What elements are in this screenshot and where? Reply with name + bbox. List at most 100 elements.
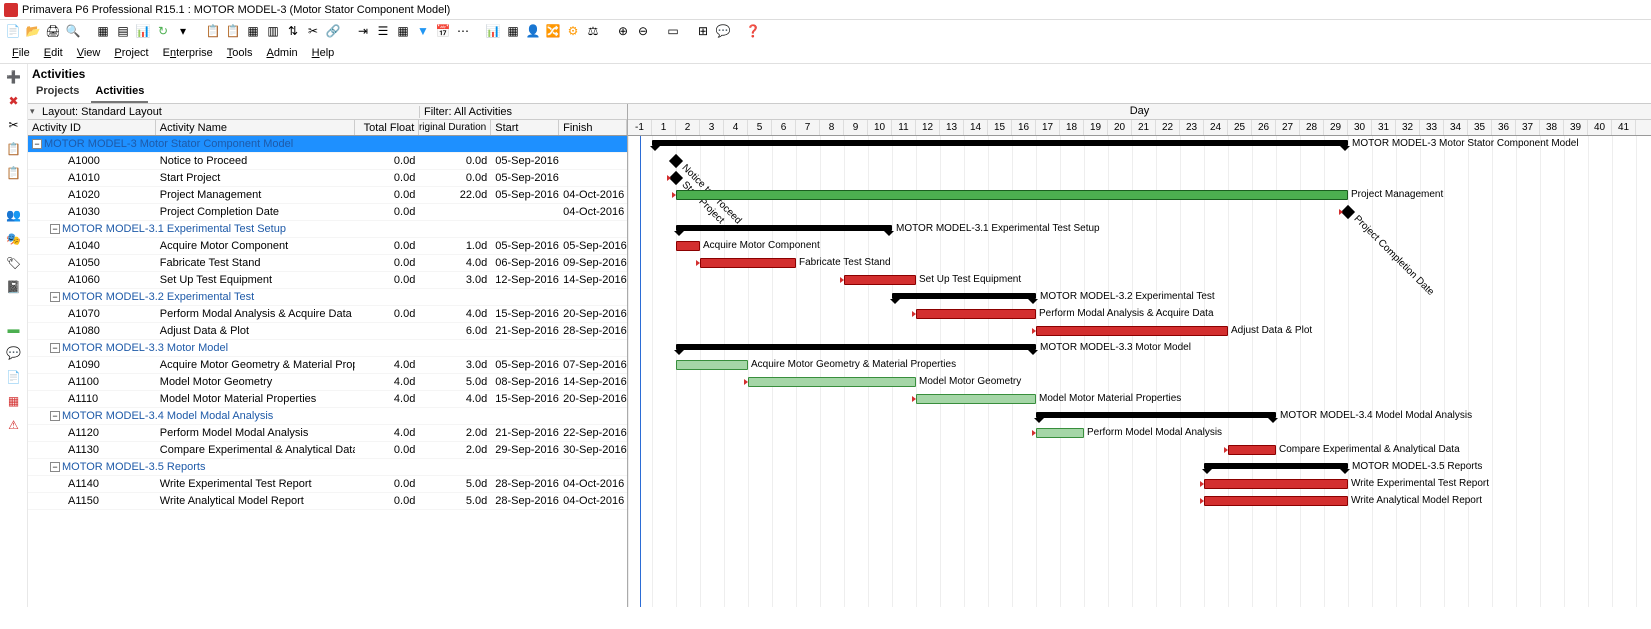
activity-row[interactable]: A1050Fabricate Test Stand0.0d4.0d06-Sep-…	[28, 255, 627, 272]
milestone[interactable]: Notice to Proceed	[669, 154, 683, 168]
table-icon[interactable]: ▦	[244, 22, 262, 40]
tab-projects[interactable]: Projects	[32, 83, 83, 103]
menu-file[interactable]: File	[6, 45, 36, 61]
tab-activities[interactable]: Activities	[91, 83, 148, 103]
gantt-row[interactable]: MOTOR MODEL-3.5 Reports	[628, 459, 1651, 476]
gantt-row[interactable]: Write Analytical Model Report	[628, 493, 1651, 510]
task-bar[interactable]: Compare Experimental & Analytical Data	[1228, 445, 1276, 455]
summary-bar[interactable]: MOTOR MODEL-3.4 Model Modal Analysis	[1036, 412, 1276, 418]
gantt-row[interactable]: Fabricate Test Stand	[628, 255, 1651, 272]
gantt-row[interactable]: Project Management	[628, 187, 1651, 204]
level-icon[interactable]: ⚖	[584, 22, 602, 40]
collapse-icon[interactable]: −	[50, 224, 60, 234]
gantt-row[interactable]: Write Experimental Test Report	[628, 476, 1651, 493]
group-icon[interactable]: ▦	[394, 22, 412, 40]
refresh-icon[interactable]: ↻	[154, 22, 172, 40]
wbs-row[interactable]: −MOTOR MODEL-3.2 Experimental Test	[28, 289, 627, 306]
wbs-row[interactable]: −MOTOR MODEL-3 Motor Stator Component Mo…	[28, 136, 627, 153]
resource-icon[interactable]: 👤	[524, 22, 542, 40]
wbs-row[interactable]: −MOTOR MODEL-3.1 Experimental Test Setup	[28, 221, 627, 238]
gantt-timescale-days[interactable]: -112345678910111213141516171819202122232…	[628, 120, 1651, 135]
menu-project[interactable]: Project	[108, 45, 154, 61]
bars-icon[interactable]: ☰	[374, 22, 392, 40]
gantt-row[interactable]: MOTOR MODEL-3.4 Model Modal Analysis	[628, 408, 1651, 425]
sb-notebook-icon[interactable]: 📓	[5, 278, 23, 296]
gantt-row[interactable]: Acquire Motor Component	[628, 238, 1651, 255]
wbs-row[interactable]: −MOTOR MODEL-3.5 Reports	[28, 459, 627, 476]
collapse-icon[interactable]: −	[32, 139, 42, 149]
col-original-duration[interactable]: Original Duration	[419, 120, 491, 135]
gantt-row[interactable]: Model Motor Material Properties	[628, 391, 1651, 408]
gantt-row[interactable]: MOTOR MODEL-3.1 Experimental Test Setup	[628, 221, 1651, 238]
filter-icon[interactable]: ▼	[414, 22, 432, 40]
activity-row[interactable]: A1090Acquire Motor Geometry & Material P…	[28, 357, 627, 374]
activity-row[interactable]: A1130Compare Experimental & Analytical D…	[28, 442, 627, 459]
menu-tools[interactable]: Tools	[221, 45, 259, 61]
zoom-out-icon[interactable]: ⊖	[634, 22, 652, 40]
col-start[interactable]: Start	[491, 120, 559, 135]
activity-row[interactable]: A1040Acquire Motor Component0.0d1.0d05-S…	[28, 238, 627, 255]
collapse-icon[interactable]: −	[50, 411, 60, 421]
gantt-row[interactable]: Notice to Proceed	[628, 153, 1651, 170]
activity-row[interactable]: A1060Set Up Test Equipment0.0d3.0d12-Sep…	[28, 272, 627, 289]
paste-icon[interactable]: 📋	[224, 22, 242, 40]
open-icon[interactable]: 📂	[24, 22, 42, 40]
summary-bar[interactable]: MOTOR MODEL-3.3 Motor Model	[676, 344, 1036, 350]
layout-icon[interactable]: ▦	[94, 22, 112, 40]
activity-icon[interactable]: ▦	[504, 22, 522, 40]
more-icon[interactable]: ⋯	[454, 22, 472, 40]
collapse-icon[interactable]: ▭	[664, 22, 682, 40]
sb-exp-icon[interactable]: ▦	[5, 392, 23, 410]
activity-row[interactable]: A1120Perform Model Modal Analysis4.0d2.0…	[28, 425, 627, 442]
sb-docs-icon[interactable]: 📄	[5, 368, 23, 386]
gantt-row[interactable]: Project Completion Date	[628, 204, 1651, 221]
summary-bar[interactable]: MOTOR MODEL-3 Motor Stator Component Mod…	[652, 140, 1348, 146]
schedule-icon[interactable]: ⚙	[564, 22, 582, 40]
task-bar[interactable]: Acquire Motor Geometry & Material Proper…	[676, 360, 748, 370]
col-activity-id[interactable]: Activity ID	[28, 120, 156, 135]
sb-cut-icon[interactable]: ✂	[5, 116, 23, 134]
collapse-icon[interactable]: −	[50, 292, 60, 302]
print-icon[interactable]: 🖨	[44, 22, 62, 40]
milestone[interactable]: Project Completion Date	[1341, 205, 1355, 219]
indent-icon[interactable]: ⇥	[354, 22, 372, 40]
activity-row[interactable]: A1110Model Motor Material Properties4.0d…	[28, 391, 627, 408]
milestone[interactable]: Start Project	[669, 171, 683, 185]
window-icon[interactable]: ⊞	[694, 22, 712, 40]
sb-codes-icon[interactable]: 🏷	[5, 254, 23, 272]
wbs-row[interactable]: −MOTOR MODEL-3.3 Motor Model	[28, 340, 627, 357]
gantt-timescale-top[interactable]: Day	[628, 104, 1651, 120]
task-bar[interactable]: Acquire Motor Component	[676, 241, 700, 251]
task-bar[interactable]: Model Motor Material Properties	[916, 394, 1036, 404]
col-activity-name[interactable]: Activity Name	[156, 120, 356, 135]
task-bar[interactable]: Project Management	[676, 190, 1348, 200]
layout-selector[interactable]: Layout: Standard Layout	[28, 106, 420, 118]
task-bar[interactable]: Adjust Data & Plot	[1036, 326, 1228, 336]
menu-view[interactable]: View	[71, 45, 107, 61]
columns-icon[interactable]: ▥	[264, 22, 282, 40]
sb-role-icon[interactable]: 🎭	[5, 230, 23, 248]
zoom-in-icon[interactable]: ⊕	[614, 22, 632, 40]
collapse-icon[interactable]: −	[50, 462, 60, 472]
sb-add-icon[interactable]: ➕	[5, 68, 23, 86]
collapse-icon[interactable]: −	[50, 343, 60, 353]
grid-icon[interactable]: ▤	[114, 22, 132, 40]
sb-resources-icon[interactable]: 👥	[5, 206, 23, 224]
menu-edit[interactable]: Edit	[38, 45, 69, 61]
menu-help[interactable]: Help	[306, 45, 341, 61]
activity-row[interactable]: A1030Project Completion Date0.0d04-Oct-2…	[28, 204, 627, 221]
cut-icon[interactable]: ✂	[304, 22, 322, 40]
summary-bar[interactable]: MOTOR MODEL-3.1 Experimental Test Setup	[676, 225, 892, 231]
copy-icon[interactable]: 📋	[204, 22, 222, 40]
task-bar[interactable]: Model Motor Geometry	[748, 377, 916, 387]
menu-admin[interactable]: Admin	[260, 45, 303, 61]
gantt-row[interactable]: Acquire Motor Geometry & Material Proper…	[628, 357, 1651, 374]
gantt-row[interactable]: Set Up Test Equipment	[628, 272, 1651, 289]
link-icon[interactable]: 🔗	[324, 22, 342, 40]
col-total-float[interactable]: Total Float	[355, 120, 419, 135]
word-icon[interactable]: 💬	[714, 22, 732, 40]
sb-feedback-icon[interactable]: 💬	[5, 344, 23, 362]
activity-row[interactable]: A1140Write Experimental Test Report0.0d5…	[28, 476, 627, 493]
help-icon[interactable]: ❓	[744, 22, 762, 40]
gantt-row[interactable]: MOTOR MODEL-3.2 Experimental Test	[628, 289, 1651, 306]
